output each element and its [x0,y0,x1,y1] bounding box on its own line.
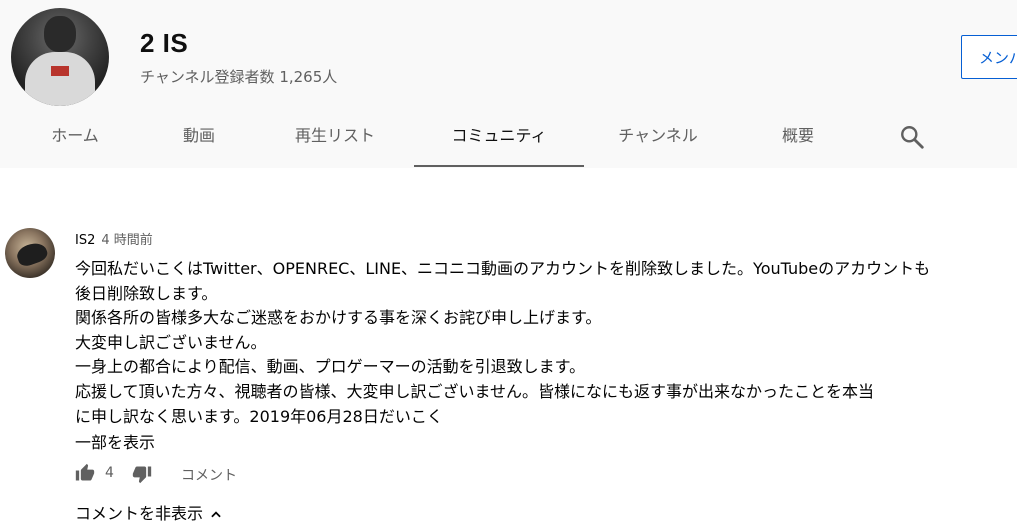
tab-home[interactable]: ホーム [33,117,117,165]
post-line: 関係各所の皆様多大なご迷惑をおかけする事を深くお詫び申し上げます。 [75,308,602,328]
post-time[interactable]: 4 時間前 [101,233,152,248]
post-line: 今回私だいこくはTwitter、OPENREC、LINE、ニコニコ動画のアカウン… [75,259,931,278]
post-line: 大変申し訳ございません。 [75,332,267,352]
post-line: 後日削除致します。 [75,283,218,303]
search-icon[interactable] [899,124,925,150]
tab-channels[interactable]: チャンネル [602,117,714,165]
channel-tabs: ホーム 動画 再生リスト コミュニティ チャンネル 概要 [0,117,1017,167]
post-author-avatar[interactable] [5,228,55,278]
comment-button[interactable]: コメント [181,465,237,485]
post-author[interactable]: IS2 [75,233,95,248]
tab-community[interactable]: コミュニティ [414,117,584,167]
chevron-up-icon [211,510,221,517]
membership-button[interactable]: メンバ [961,35,1017,79]
tab-playlists[interactable]: 再生リスト [283,117,387,165]
show-less-link[interactable]: 一部を表示 [75,429,155,453]
subscriber-count: チャンネル登録者数 1,265人 [140,68,338,86]
post-line: 応援して頂いた方々、視聴者の皆様、大変申し訳ございません。皆様になにも返す事が出… [75,381,875,401]
hide-comments-label: コメントを非表示 [75,504,204,523]
thumb-down-icon[interactable] [132,464,152,484]
like-count: 4 [105,465,114,481]
channel-name: 2 IS [140,28,189,58]
post-meta: IS2 4 時間前 [75,229,153,248]
channel-avatar[interactable] [11,8,109,106]
hide-comments-button[interactable]: コメントを非表示 [75,500,223,524]
tab-videos[interactable]: 動画 [166,117,232,165]
tab-about[interactable]: 概要 [764,117,832,165]
post-line: 一身上の都合により配信、動画、プロゲーマーの活動を引退致します。 [75,357,586,377]
post-line: に申し訳なく思います。2019年06月28日だいこく [75,406,443,426]
post-body: 今回私だいこくはTwitter、OPENREC、LINE、ニコニコ動画のアカウン… [75,257,1010,429]
thumb-up-icon[interactable] [75,463,95,483]
